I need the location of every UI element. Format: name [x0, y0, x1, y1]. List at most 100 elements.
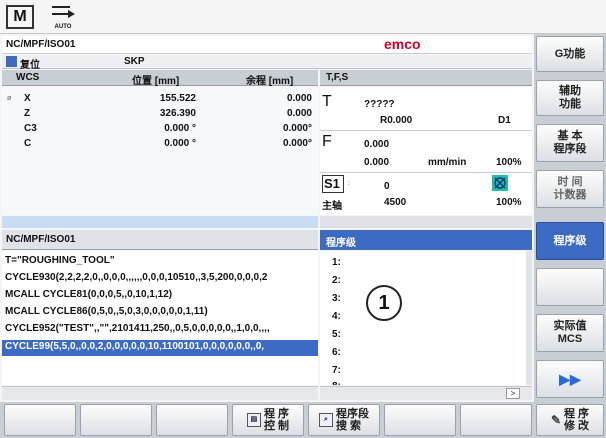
axes-table: ø X 155.522 0.000 Z 326.390 0.000 C3 0.0… — [2, 87, 318, 215]
position-header: 位置 [mm] — [132, 76, 180, 87]
block-search-label: 程序段 搜 索 — [336, 408, 369, 432]
axis-name: Z — [24, 108, 31, 119]
program-line[interactable]: T="ROUGHING_TOOL" — [5, 255, 317, 270]
program-line[interactable]: MCALL CYCLE81(0,0,0,5,,0,10,1,12) — [5, 289, 317, 304]
softkey-bottom-3[interactable] — [156, 404, 228, 436]
remaining-header: 余程 [mm] — [246, 76, 294, 87]
level-header: 程序级 — [320, 230, 532, 250]
separator-bar — [2, 216, 318, 228]
tfs-header: T,F,S — [320, 70, 532, 86]
divider — [320, 130, 532, 131]
divider — [320, 172, 532, 173]
feed-value: 0.000 — [364, 139, 390, 150]
tool-offset: D1 — [498, 115, 511, 126]
level-list: 1: 2: 3: 4: 5: 6: 7: 8: 1 — [320, 251, 526, 385]
wcs-header: WCS — [16, 72, 40, 83]
callout-marker: 1 — [366, 285, 402, 321]
program-listing[interactable]: T="ROUGHING_TOOL" CYCLE930(2,2,2,2,0,,0,… — [2, 251, 318, 385]
axis-remaining: 0.000 — [286, 93, 312, 104]
softkey-aux-function[interactable]: 辅助 功能 — [536, 80, 604, 116]
feed-label: F — [322, 133, 332, 150]
emco-logo: emco — [384, 36, 421, 52]
spindle-text: 主轴 — [322, 201, 342, 212]
axis-name: C — [24, 138, 32, 149]
softkey-program-modify[interactable]: ✎ 程 序 修 改 — [536, 404, 604, 436]
level-item: 2: — [332, 275, 341, 286]
program-control-icon: ▤ — [246, 413, 261, 427]
program-modify-label: 程 序 修 改 — [564, 408, 590, 432]
softkey-program-level[interactable]: 程序级 — [536, 222, 604, 260]
reset-indicator-icon — [6, 56, 17, 67]
program-header: NC/MPF/ISO01 — [2, 230, 318, 250]
softkey-bottom-7[interactable] — [460, 404, 532, 436]
axis-name: X — [24, 93, 31, 104]
softkey-bottom-2[interactable] — [80, 404, 152, 436]
spindle-label: S1 — [322, 175, 344, 193]
level-hscroll[interactable]: > — [320, 386, 532, 400]
block-search-icon: ⌕ — [319, 413, 333, 427]
softkey-bottom-1[interactable] — [4, 404, 76, 436]
axis-position: 0.000 ° — [164, 138, 196, 149]
softkey-next-icon[interactable]: ▶▶ — [536, 360, 604, 398]
tool-name: ????? — [364, 99, 395, 110]
separator-bar-right — [320, 216, 532, 228]
softkey-actual-mcs[interactable]: 实际值 MCS — [536, 314, 604, 352]
axis-row: Z 326.390 0.000 — [2, 108, 318, 122]
axis-remaining: 0.000 — [286, 108, 312, 119]
softkey-bottom-6[interactable] — [384, 404, 456, 436]
top-toolbar: M AUTO — [0, 0, 606, 34]
axis-pointer-icon: ø — [7, 95, 12, 102]
level-item: 7: — [332, 365, 341, 376]
program-scrollbar[interactable] — [2, 386, 318, 400]
axis-row: C 0.000 ° 0.000° — [2, 138, 318, 152]
program-line[interactable]: CYCLE952("TEST",,"",2101411,250,,0,5,0,0… — [5, 323, 317, 338]
auto-mode-icon[interactable]: AUTO — [48, 3, 78, 31]
softkey-g-function[interactable]: G功能 — [536, 36, 604, 72]
program-path: NC/MPF/ISO01 — [6, 39, 76, 50]
softkey-time-counter[interactable]: 时 间 计数器 — [536, 170, 604, 208]
auto-label: AUTO — [54, 24, 72, 30]
axes-header: WCS 位置 [mm] 余程 [mm] — [2, 70, 318, 87]
skp-label: SKP — [124, 56, 145, 67]
program-line[interactable]: MCALL CYCLE86(0,5,0,,5,0,3,0,0,0,0,0,1,1… — [5, 306, 317, 321]
axis-name: C3 — [24, 123, 37, 134]
axis-remaining: 0.000° — [282, 138, 312, 149]
edit-pencil-icon: ✎ — [550, 413, 561, 427]
reset-bar: 复位 SKP — [2, 55, 532, 71]
feed-unit: mm/min — [428, 157, 467, 168]
feed-percent: 100% — [496, 157, 522, 168]
machine-mode-icon[interactable]: M — [6, 5, 34, 29]
scroll-right-arrow-icon[interactable]: > — [506, 388, 520, 399]
level-item: 1: — [332, 257, 341, 268]
softkey-empty[interactable] — [536, 268, 604, 306]
spindle-stop-icon — [492, 175, 508, 191]
level-item: 3: — [332, 293, 341, 304]
axis-row: ø X 155.522 0.000 — [2, 93, 318, 107]
softkey-basic-block[interactable]: 基 本 程序段 — [536, 124, 604, 162]
program-path-label: NC/MPF/ISO01 — [6, 234, 76, 245]
status-bar: NC/MPF/ISO01 emco — [2, 36, 532, 54]
program-line[interactable]: CYCLE930(2,2,2,2,0,,0,0,0,,,,,,0,0,0,105… — [5, 272, 317, 287]
program-control-label: 程 序 控 制 — [263, 408, 290, 432]
tool-radius: R0.000 — [380, 115, 413, 126]
spindle-percent: 100% — [496, 197, 522, 208]
tfs-panel: T ????? R0.000 D1 F 0.000 0.000 mm/min 1… — [320, 87, 532, 215]
tool-label: T — [322, 93, 332, 110]
axis-position: 155.522 — [159, 93, 196, 104]
axis-row: C3 0.000 ° 0.000° — [2, 123, 318, 137]
level-header-label: 程序级 — [326, 238, 356, 249]
spindle-setpoint: 0 — [384, 181, 390, 192]
softkey-program-control[interactable]: ▤ 程 序 控 制 — [232, 404, 304, 436]
tfs-header-label: T,F,S — [326, 72, 349, 83]
reset-label: 复位 — [20, 60, 40, 71]
program-line-selected[interactable]: CYCLE99(5,5,0,,0,0,2,0,0,0,0,0,10,110010… — [2, 340, 318, 356]
level-item: 5: — [332, 329, 341, 340]
level-scrollbar[interactable] — [526, 251, 532, 385]
axis-remaining: 0.000° — [282, 123, 312, 134]
softkey-block-search[interactable]: ⌕ 程序段 搜 索 — [308, 404, 380, 436]
axis-position: 0.000 ° — [164, 123, 196, 134]
axis-position: 326.390 — [159, 108, 196, 119]
spindle-actual: 4500 — [384, 197, 407, 208]
spindle-marker: : — [348, 181, 350, 187]
level-item: 6: — [332, 347, 341, 358]
